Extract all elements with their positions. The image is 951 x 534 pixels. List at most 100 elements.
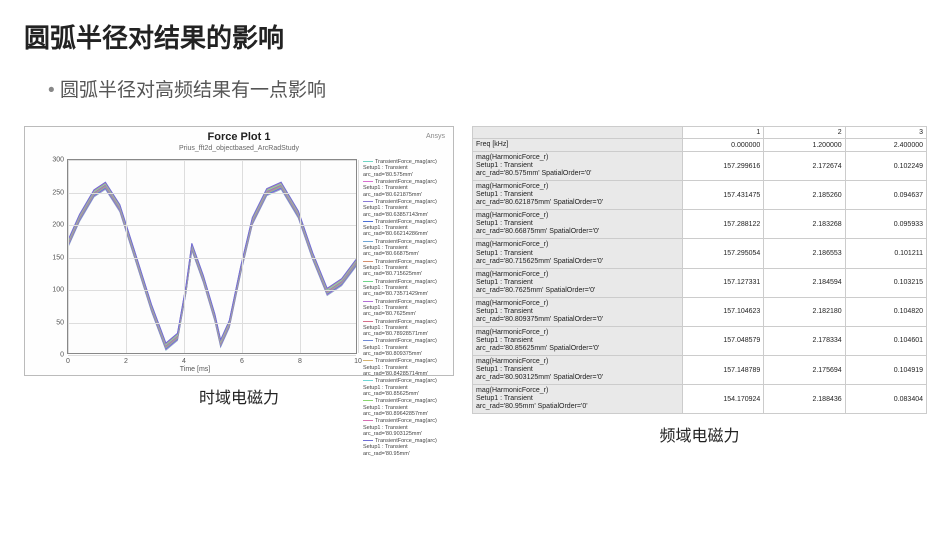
legend-swatch bbox=[363, 380, 373, 381]
legend-item: TransientForce_mag(arc)Setup1 : Transien… bbox=[363, 438, 449, 457]
xtick: 6 bbox=[240, 358, 244, 365]
row-label: mag(HarmonicForce_r)Setup1 : Transientar… bbox=[473, 181, 683, 210]
chart-watermark: Ansys bbox=[426, 133, 445, 140]
table-cell: 2.172674 bbox=[764, 152, 845, 181]
series-line bbox=[68, 189, 356, 350]
table-cell: 157.288122 bbox=[683, 210, 764, 239]
legend-swatch bbox=[363, 440, 373, 441]
table-row: mag(HarmonicForce_r)Setup1 : Transientar… bbox=[473, 356, 927, 385]
series-line bbox=[68, 187, 356, 348]
series-line bbox=[68, 182, 356, 343]
legend-swatch bbox=[363, 301, 373, 302]
chart-xlabel: Time [ms] bbox=[25, 366, 365, 373]
series-line bbox=[68, 183, 356, 344]
freq-value: 0.000000 bbox=[683, 139, 764, 152]
row-label: mag(HarmonicForce_r)Setup1 : Transientar… bbox=[473, 356, 683, 385]
series-line bbox=[68, 188, 356, 349]
row-label: mag(HarmonicForce_r)Setup1 : Transientar… bbox=[473, 326, 683, 355]
table-cell: 2.184594 bbox=[764, 268, 845, 297]
ytick: 100 bbox=[46, 287, 64, 294]
table-row: mag(HarmonicForce_r)Setup1 : Transientar… bbox=[473, 181, 927, 210]
slide: 圆弧半径对结果的影响 圆弧半径对高频结果有一点影响 Force Plot 1 P… bbox=[0, 0, 951, 534]
series-line bbox=[68, 184, 356, 345]
table-row: mag(HarmonicForce_r)Setup1 : Transientar… bbox=[473, 268, 927, 297]
table-cell: 2.186553 bbox=[764, 239, 845, 268]
right-caption: 频域电磁力 bbox=[472, 422, 927, 446]
table-cell: 2.183268 bbox=[764, 210, 845, 239]
legend-swatch bbox=[363, 161, 373, 162]
legend-item: TransientForce_mag(arc)Setup1 : Transien… bbox=[363, 398, 449, 417]
legend-item: TransientForce_mag(arc)Setup1 : Transien… bbox=[363, 299, 449, 318]
row-label: mag(HarmonicForce_r)Setup1 : Transientar… bbox=[473, 210, 683, 239]
table-cell: 0.103215 bbox=[845, 268, 926, 297]
table-cell: 157.431475 bbox=[683, 181, 764, 210]
legend-item: TransientForce_mag(arc)Setup1 : Transien… bbox=[363, 338, 449, 357]
ytick: 300 bbox=[46, 157, 64, 164]
series-line bbox=[68, 188, 356, 349]
legend-swatch bbox=[363, 360, 373, 361]
table-cell: 157.127331 bbox=[683, 268, 764, 297]
table-row: mag(HarmonicForce_r)Setup1 : Transientar… bbox=[473, 239, 927, 268]
legend-swatch bbox=[363, 261, 373, 262]
row-label: mag(HarmonicForce_r)Setup1 : Transientar… bbox=[473, 268, 683, 297]
row-label: mag(HarmonicForce_r)Setup1 : Transientar… bbox=[473, 385, 683, 414]
legend-swatch bbox=[363, 181, 373, 182]
bullet-point: 圆弧半径对高频结果有一点影响 bbox=[48, 75, 927, 102]
col-header: 3 bbox=[845, 127, 926, 139]
legend-item: TransientForce_mag(arc)Setup1 : Transien… bbox=[363, 219, 449, 238]
legend-item: TransientForce_mag(arc)Setup1 : Transien… bbox=[363, 378, 449, 397]
series-line bbox=[68, 185, 356, 346]
ytick: 50 bbox=[46, 319, 64, 326]
legend-swatch bbox=[363, 221, 373, 222]
row-label: mag(HarmonicForce_r)Setup1 : Transientar… bbox=[473, 239, 683, 268]
table-row: mag(HarmonicForce_r)Setup1 : Transientar… bbox=[473, 152, 927, 181]
table-cell: 0.094637 bbox=[845, 181, 926, 210]
legend-item: TransientForce_mag(arc)Setup1 : Transien… bbox=[363, 199, 449, 218]
ytick: 0 bbox=[46, 352, 64, 359]
table-row: mag(HarmonicForce_r)Setup1 : Transientar… bbox=[473, 210, 927, 239]
legend-swatch bbox=[363, 281, 373, 282]
table-cell: 0.102249 bbox=[845, 152, 926, 181]
series-line bbox=[68, 184, 356, 345]
legend-swatch bbox=[363, 321, 373, 322]
col-header: 1 bbox=[683, 127, 764, 139]
table-cell: 157.148789 bbox=[683, 356, 764, 385]
series-line bbox=[68, 183, 356, 344]
series-line bbox=[68, 189, 356, 350]
right-column: 123Freq [kHz]0.0000001.2000002.400000mag… bbox=[472, 126, 927, 446]
left-column: Force Plot 1 Prius_fft2d_objectbased_Arc… bbox=[24, 126, 454, 408]
legend-item: TransientForce_mag(arc)Setup1 : Transien… bbox=[363, 279, 449, 298]
row-label: mag(HarmonicForce_r)Setup1 : Transientar… bbox=[473, 297, 683, 326]
legend-swatch bbox=[363, 241, 373, 242]
legend-item: TransientForce_mag(arc)Setup1 : Transien… bbox=[363, 358, 449, 377]
chart-subtitle: Prius_fft2d_objectbased_ArcRadStudy bbox=[25, 145, 453, 152]
table-cell: 0.095933 bbox=[845, 210, 926, 239]
table-row: mag(HarmonicForce_r)Setup1 : Transientar… bbox=[473, 297, 927, 326]
table-cell: 0.104919 bbox=[845, 356, 926, 385]
table-cell: 0.104820 bbox=[845, 297, 926, 326]
table-cell: 157.048579 bbox=[683, 326, 764, 355]
table-row: mag(HarmonicForce_r)Setup1 : Transientar… bbox=[473, 385, 927, 414]
legend-swatch bbox=[363, 420, 373, 421]
col-header: 2 bbox=[764, 127, 845, 139]
plot-area: 0246810050100150200250300 bbox=[67, 159, 357, 354]
freq-value: 1.200000 bbox=[764, 139, 845, 152]
legend-item: TransientForce_mag(arc)Setup1 : Transien… bbox=[363, 319, 449, 338]
frequency-table: 123Freq [kHz]0.0000001.2000002.400000mag… bbox=[472, 126, 927, 414]
force-plot-chart: Force Plot 1 Prius_fft2d_objectbased_Arc… bbox=[24, 126, 454, 376]
legend-item: TransientForce_mag(arc)Setup1 : Transien… bbox=[363, 418, 449, 437]
xtick: 8 bbox=[298, 358, 302, 365]
table-cell: 0.101211 bbox=[845, 239, 926, 268]
chart-legend: TransientForce_mag(arc)Setup1 : Transien… bbox=[363, 159, 449, 458]
table-cell: 157.299616 bbox=[683, 152, 764, 181]
legend-swatch bbox=[363, 201, 373, 202]
row-label: mag(HarmonicForce_r)Setup1 : Transientar… bbox=[473, 152, 683, 181]
table-cell: 157.104623 bbox=[683, 297, 764, 326]
xtick: 2 bbox=[124, 358, 128, 365]
xtick: 10 bbox=[354, 358, 362, 365]
chart-title: Force Plot 1 bbox=[25, 131, 453, 143]
legend-item: TransientForce_mag(arc)Setup1 : Transien… bbox=[363, 159, 449, 178]
table-cell: 0.104601 bbox=[845, 326, 926, 355]
freq-value: 2.400000 bbox=[845, 139, 926, 152]
legend-item: TransientForce_mag(arc)Setup1 : Transien… bbox=[363, 239, 449, 258]
